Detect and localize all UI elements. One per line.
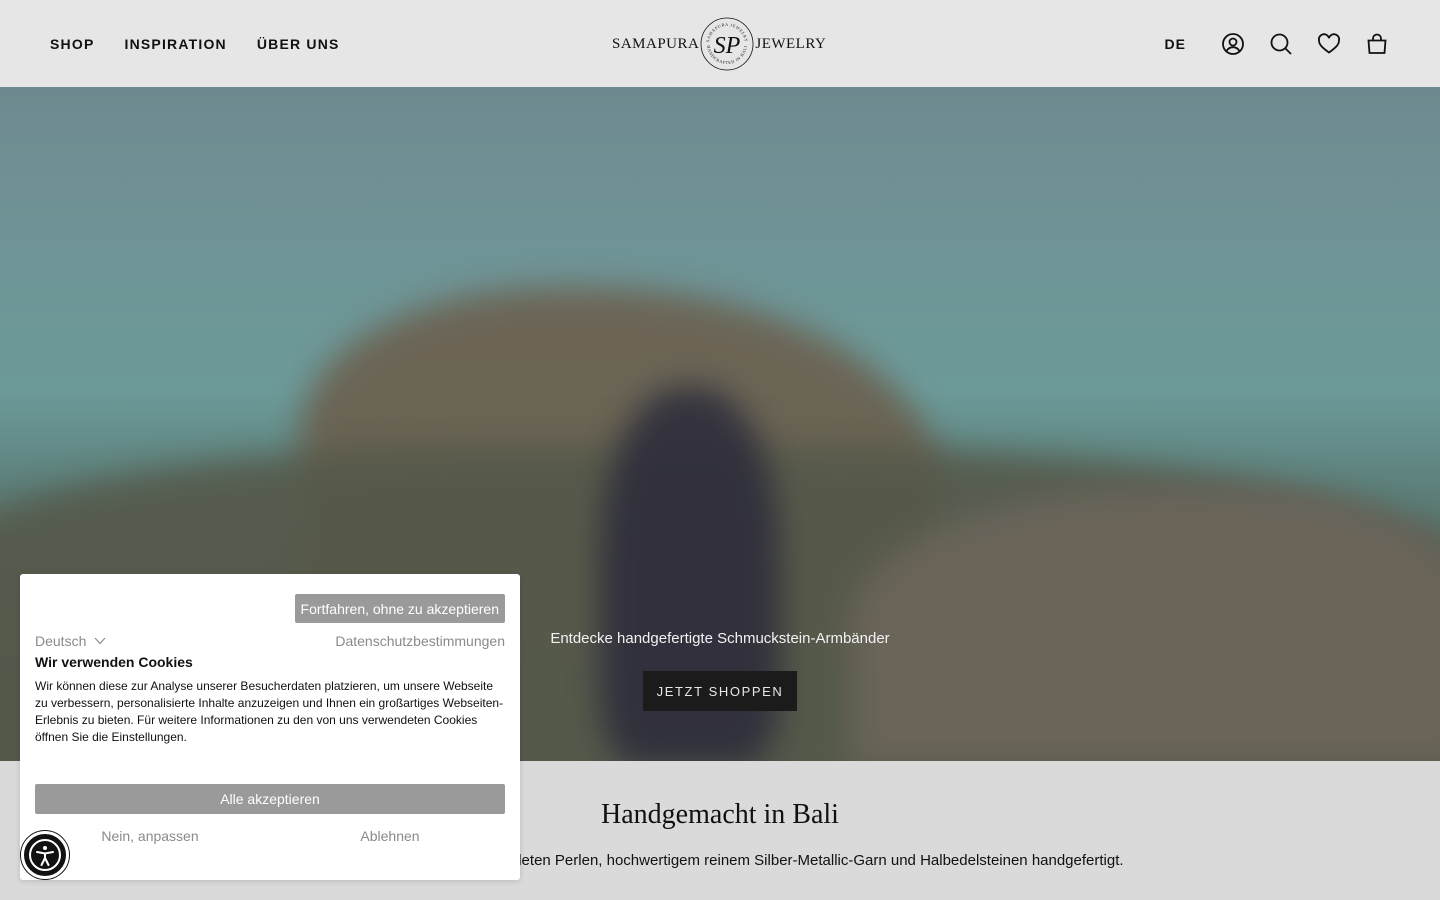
wishlist-heart-icon[interactable]	[1316, 31, 1342, 57]
reject-button[interactable]: Ablehnen	[275, 828, 505, 844]
main-nav: SHOP INSPIRATION ÜBER UNS	[50, 0, 340, 87]
customize-button[interactable]: Nein, anpassen	[35, 828, 265, 844]
language-switcher[interactable]: DE	[1165, 36, 1186, 52]
nav-shop[interactable]: SHOP	[50, 36, 94, 52]
cookie-language-select[interactable]: Deutsch	[35, 633, 106, 649]
account-icon[interactable]	[1220, 31, 1246, 57]
site-header: SHOP INSPIRATION ÜBER UNS SAMAPURA SAMAP…	[0, 0, 1440, 87]
privacy-policy-link[interactable]: Datenschutzbestimmungen	[335, 633, 505, 649]
brand-logo[interactable]: SAMAPURA SAMAPURA JEWELRY HANDCRAFTED IN…	[612, 14, 826, 74]
cookie-language-value: Deutsch	[35, 633, 87, 649]
nav-about[interactable]: ÜBER UNS	[257, 36, 340, 52]
cookie-consent-dialog: Fortfahren, ohne zu akzeptieren Deutsch …	[20, 574, 520, 880]
hero-image-slope	[850, 487, 1440, 761]
nav-inspiration[interactable]: INSPIRATION	[124, 36, 226, 52]
accessibility-button[interactable]	[21, 831, 69, 879]
logo-word-right: JEWELRY	[755, 35, 827, 52]
search-icon[interactable]	[1268, 31, 1294, 57]
accessibility-icon	[29, 839, 61, 871]
logo-seal-monogram: SP	[714, 33, 741, 59]
logo-seal-icon: SAMAPURA JEWELRY HANDCRAFTED IN BALI SP	[699, 16, 755, 72]
header-actions: DE	[1165, 0, 1390, 87]
logo-word-left: SAMAPURA	[612, 35, 700, 52]
shop-now-button[interactable]: JETZT SHOPPEN	[643, 671, 797, 711]
continue-without-accepting-button[interactable]: Fortfahren, ohne zu akzeptieren	[294, 594, 505, 623]
cookie-title: Wir verwenden Cookies	[35, 654, 193, 670]
cookie-body-text: Wir können diese zur Analyse unserer Bes…	[35, 679, 504, 744]
accept-all-button[interactable]: Alle akzeptieren	[35, 784, 505, 814]
chevron-down-icon	[94, 637, 106, 645]
cart-bag-icon[interactable]	[1364, 31, 1390, 57]
